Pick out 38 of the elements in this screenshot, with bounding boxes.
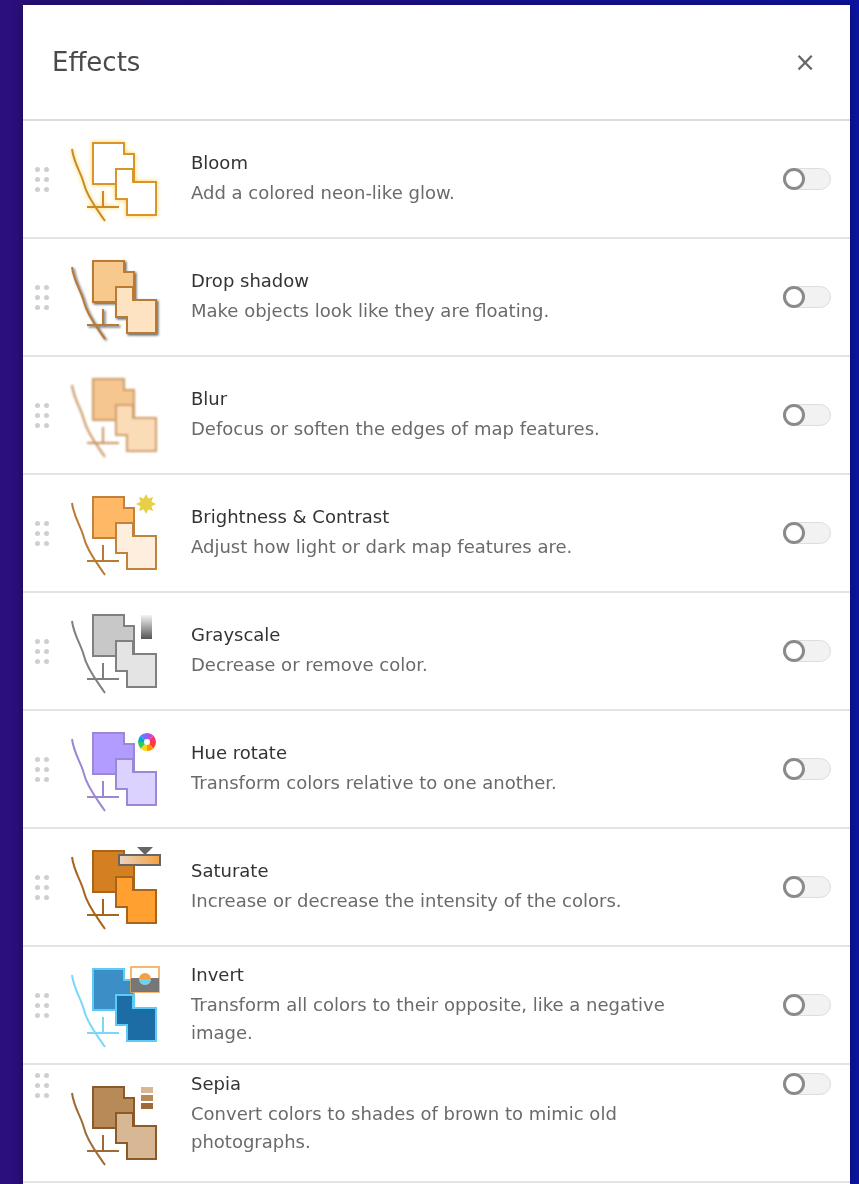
effect-title: Blur xyxy=(191,387,229,409)
drag-handle-icon[interactable] xyxy=(35,874,49,900)
effect-description: Increase or decrease the intensity of the colors. xyxy=(191,888,623,913)
drag-handle-icon[interactable] xyxy=(35,402,49,428)
toggle-switch[interactable] xyxy=(783,994,831,1016)
effect-title: Invert xyxy=(191,963,245,985)
effect-description: Transform all colors to their opposite, like a negative image. xyxy=(191,992,666,1045)
effect-description: Decrease or remove color. xyxy=(191,652,429,677)
toggle-switch[interactable] xyxy=(783,640,831,662)
drag-handle-icon[interactable] xyxy=(35,1073,49,1098)
toggle-switch[interactable] xyxy=(783,758,831,780)
drag-handle-icon[interactable] xyxy=(35,284,49,310)
effect-description: Add a colored neon-like glow. xyxy=(191,180,456,205)
drag-handle-icon[interactable] xyxy=(35,756,49,782)
toggle-switch[interactable] xyxy=(783,168,831,190)
close-button[interactable]: × xyxy=(788,43,822,81)
effect-description: Convert colors to shades of brown to mimic old photographs. xyxy=(191,1102,618,1154)
panel-title: Effects xyxy=(52,47,141,77)
drag-handle-icon[interactable] xyxy=(35,638,49,664)
effect-description: Transform colors relative to one another. xyxy=(191,770,558,795)
effect-title: Hue rotate xyxy=(191,741,288,763)
effect-title: Saturate xyxy=(191,859,270,881)
effect-description: Make objects look like they are floating. xyxy=(191,298,551,323)
effect-description: Adjust how light or dark map features are. xyxy=(191,534,574,559)
toggle-switch[interactable] xyxy=(783,286,831,308)
effect-title: Grayscale xyxy=(191,623,282,645)
effect-title: Sepia xyxy=(191,1073,242,1094)
effect-title: Bloom xyxy=(191,151,249,173)
toggle-switch[interactable] xyxy=(783,1073,831,1095)
toggle-switch[interactable] xyxy=(783,876,831,898)
drag-handle-icon[interactable] xyxy=(35,166,49,192)
effect-title: Brightness & Contrast xyxy=(191,505,391,527)
toggle-switch[interactable] xyxy=(783,522,831,544)
toggle-switch[interactable] xyxy=(783,404,831,426)
drag-handle-icon[interactable] xyxy=(35,992,49,1018)
effect-description: Defocus or soften the edges of map features. xyxy=(191,416,601,441)
drag-handle-icon[interactable] xyxy=(35,520,49,546)
effect-title: Drop shadow xyxy=(191,269,310,291)
